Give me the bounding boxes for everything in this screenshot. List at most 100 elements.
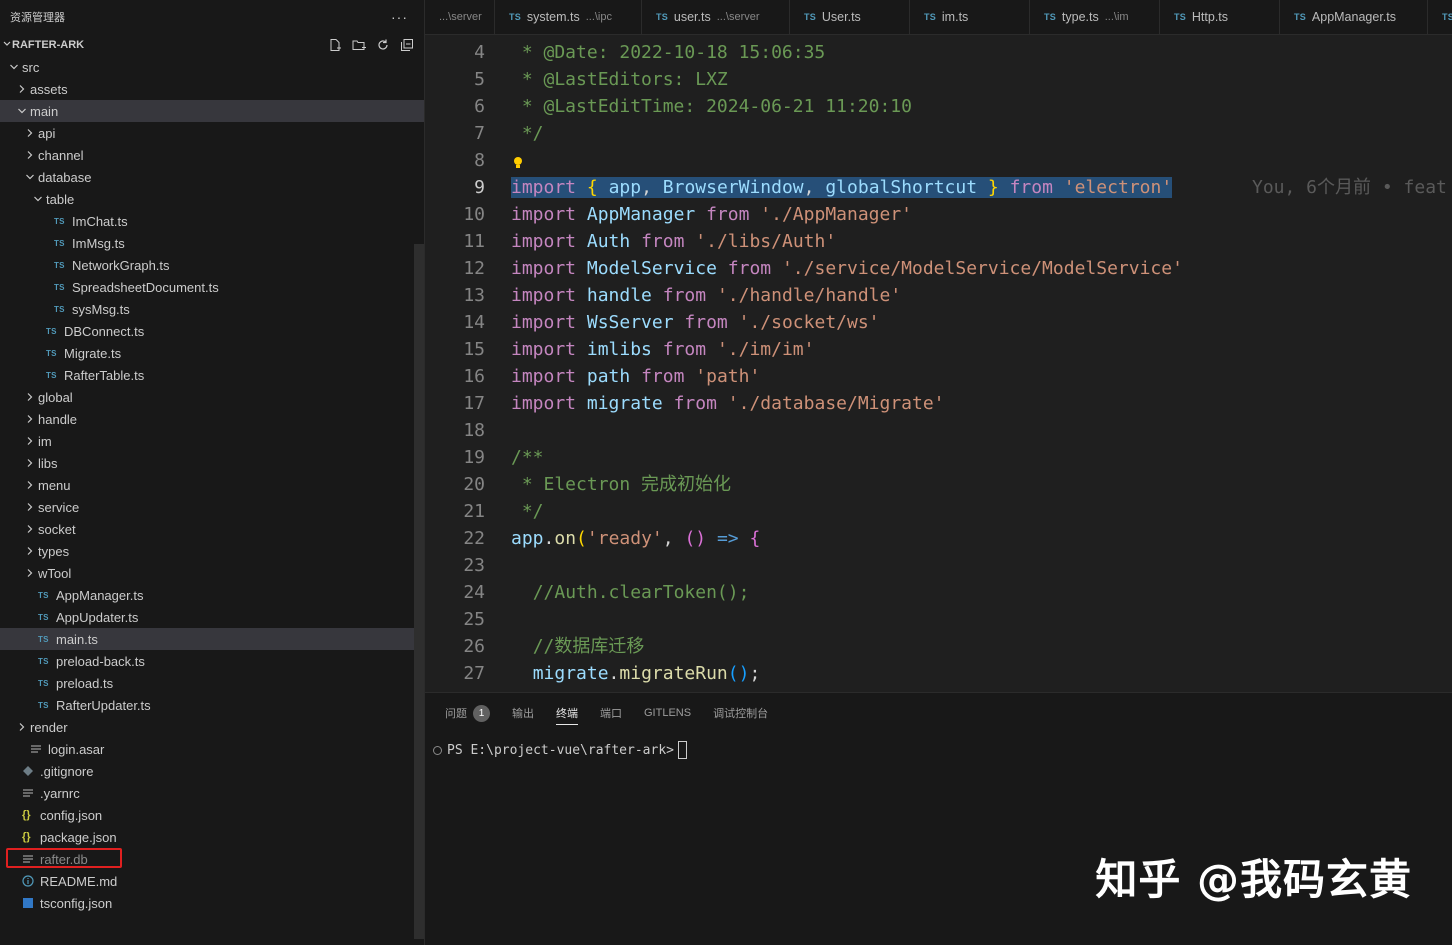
line-number: 19 [463,447,485,468]
new-file-icon[interactable] [326,37,344,53]
tree-item[interactable]: TS Migrate.ts [0,342,424,364]
code-line[interactable]: 18 [425,417,1452,444]
line-number: 7 [474,123,485,144]
tree-item[interactable]: tsconfig.json [0,892,424,914]
tree-item-label: render [30,719,68,735]
tree-item[interactable]: TS ImChat.ts [0,210,424,232]
editor-tab[interactable]: TS user.ts ...\server [642,0,790,34]
editor-tab[interactable]: TS type.ts ...\im [1030,0,1160,34]
tree-item[interactable]: render [0,716,424,738]
code-line[interactable]: 8 [425,147,1452,174]
code-line[interactable]: 27 migrate.migrateRun(); [425,660,1452,687]
panel-tab[interactable]: 端口 [600,693,622,733]
tree-item[interactable]: login.asar [0,738,424,760]
code-line[interactable]: 14 import WsServer from './socket/ws' [425,309,1452,336]
editor-tab[interactable]: TS AppManager.ts [1280,0,1428,34]
tree-item[interactable]: socket [0,518,424,540]
collapse-all-icon[interactable] [398,37,416,53]
code-line[interactable]: 24 //Auth.clearToken(); [425,579,1452,606]
code-line[interactable]: 5 * @LastEditors: LXZ [425,66,1452,93]
tab-description: ...\server [716,11,760,23]
tree-item[interactable]: TS ImMsg.ts [0,232,424,254]
panel-tab[interactable]: 输出 [512,693,534,733]
code-line[interactable]: 23 [425,552,1452,579]
tree-item[interactable]: libs [0,452,424,474]
tree-item[interactable]: im [0,430,424,452]
code-token: { [749,528,761,549]
tree-item[interactable]: TS main.ts [0,628,424,650]
code-line[interactable]: 13 import handle from './handle/handle' [425,282,1452,309]
code-line[interactable]: 16 import path from 'path' [425,363,1452,390]
code-line[interactable]: 9 import { app, BrowserWindow, globalShor… [425,174,1452,201]
tree-item[interactable]: rafter.db [0,848,424,870]
code-line[interactable]: 17 import migrate from './database/Migrat… [425,390,1452,417]
code-editor[interactable]: 4 * @Date: 2022-10-18 15:06:35 5 * @LastE… [425,35,1452,692]
code-line[interactable]: 15 import imlibs from './im/im' [425,336,1452,363]
tree-item[interactable]: menu [0,474,424,496]
tree-item[interactable]: TS DBConnect.ts [0,320,424,342]
editor-tab[interactable]: TS im.ts [910,0,1030,34]
tree-item[interactable]: .yarnrc [0,782,424,804]
tree-item[interactable]: {} config.json [0,804,424,826]
tree-item-label: NetworkGraph.ts [72,257,170,273]
tree-item[interactable]: TS SpreadsheetDocument.ts [0,276,424,298]
tree-item[interactable]: TS AppUpdater.ts [0,606,424,628]
editor-tab[interactable]: TS User.ts [790,0,910,34]
tree-item[interactable]: src [0,56,424,78]
code-line[interactable]: 25 [425,606,1452,633]
editor-tab[interactable]: ...\server [425,0,495,34]
sidebar-scrollbar[interactable] [414,244,424,939]
tree-item[interactable]: service [0,496,424,518]
code-line[interactable]: 19 /** [425,444,1452,471]
tree-item[interactable]: TS RafterUpdater.ts [0,694,424,716]
code-line[interactable]: 20 * Electron 完成初始化 [425,471,1452,498]
panel-tab[interactable]: 问题 1 [445,693,490,733]
code-line[interactable]: 4 * @Date: 2022-10-18 15:06:35 [425,39,1452,66]
tree-item[interactable]: global [0,386,424,408]
tree-item[interactable]: table [0,188,424,210]
tree-item[interactable]: types [0,540,424,562]
panel-tab[interactable]: GITLENS [644,693,691,733]
tree-item[interactable]: channel [0,144,424,166]
tree-item[interactable]: .gitignore [0,760,424,782]
code-line[interactable]: 11 import Auth from './libs/Auth' [425,228,1452,255]
tree-item[interactable]: api [0,122,424,144]
tree-item[interactable]: {} package.json [0,826,424,848]
code-token: * @Date: 2022-10-18 15:06:35 [511,42,826,63]
code-line[interactable]: 7 */ [425,120,1452,147]
tree-item[interactable]: handle [0,408,424,430]
editor-tab[interactable]: TS [1428,0,1452,34]
code-line[interactable]: 6 * @LastEditTime: 2024-06-21 11:20:10 [425,93,1452,120]
tree-item[interactable]: database [0,166,424,188]
code-line[interactable]: 10 import AppManager from './AppManager' [425,201,1452,228]
refresh-icon[interactable] [374,37,392,53]
tree-item[interactable]: README.md [0,870,424,892]
code-line[interactable]: 21 */ [425,498,1452,525]
tree-item[interactable]: wTool [0,562,424,584]
code-line[interactable]: 26 //数据库迁移 [425,633,1452,660]
tree-item[interactable]: TS preload-back.ts [0,650,424,672]
tree-item[interactable]: main [0,100,424,122]
chevron-right-icon [22,568,38,578]
editor-tab[interactable]: TS Http.ts [1160,0,1280,34]
editor-tab[interactable]: TS system.ts ...\ipc [495,0,642,34]
tree-item[interactable]: assets [0,78,424,100]
code-line[interactable]: 12 import ModelService from './service/Mo… [425,255,1452,282]
tree-item[interactable]: TS preload.ts [0,672,424,694]
tree-item[interactable]: TS AppManager.ts [0,584,424,606]
tree-item[interactable]: TS NetworkGraph.ts [0,254,424,276]
new-folder-icon[interactable] [350,37,368,53]
code-token: from [727,258,772,279]
panel-tab[interactable]: 终端 [556,693,578,733]
panel-tab[interactable]: 调试控制台 [713,693,768,733]
line-number: 15 [463,339,485,360]
tree-item[interactable]: TS RafterTable.ts [0,364,424,386]
code-line[interactable]: 22 app.on('ready', () => { [425,525,1452,552]
tree-item[interactable]: TS sysMsg.ts [0,298,424,320]
more-actions-icon[interactable]: ··· [391,9,408,25]
terminal[interactable]: PS E:\project-vue\rafter-ark> [425,733,1452,759]
code-text: import AppManager from './AppManager' [511,201,912,228]
lightbulb-icon[interactable] [513,151,523,168]
project-header[interactable]: RAFTER-ARK [0,34,424,56]
